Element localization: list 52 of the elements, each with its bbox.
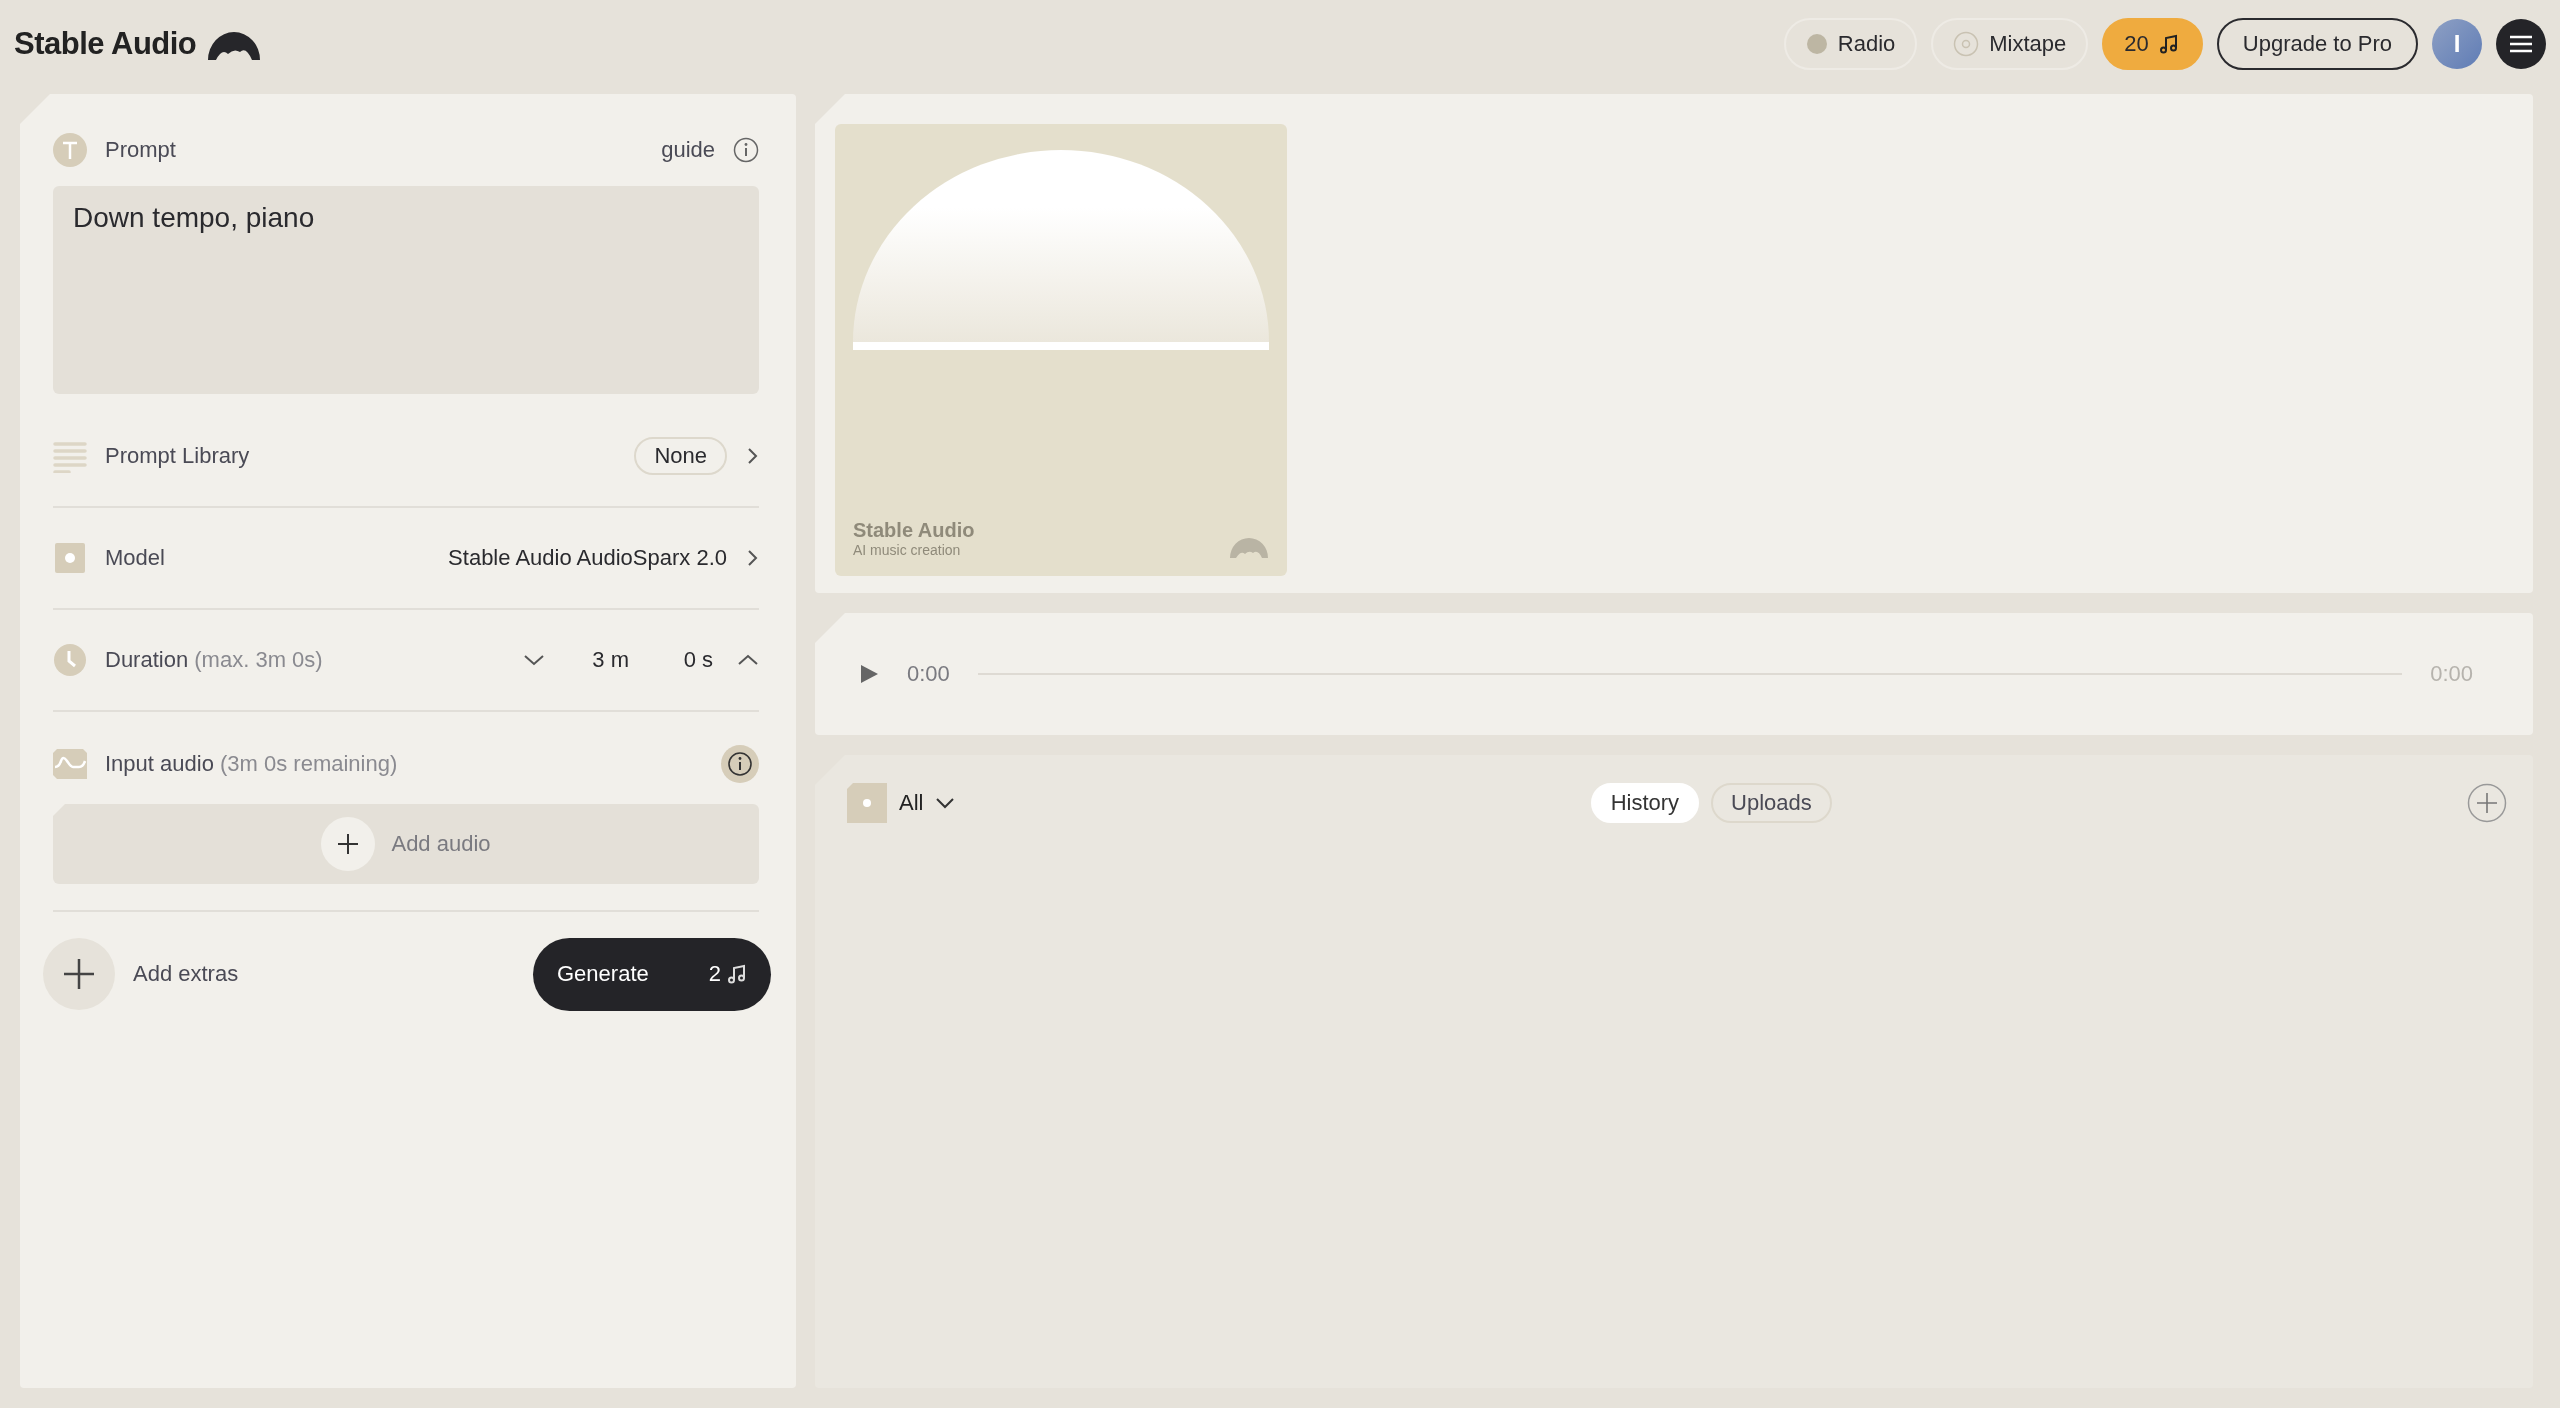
- add-extras-button[interactable]: Add extras: [43, 938, 239, 1010]
- disc-icon: [1953, 31, 1980, 57]
- filter-dropdown[interactable]: All: [847, 783, 956, 823]
- model-icon: [53, 541, 87, 575]
- nav-mixtape-button[interactable]: Mixtape: [1931, 18, 2089, 70]
- text-icon: [53, 133, 87, 167]
- logo-icon: [1229, 536, 1269, 558]
- guide-link[interactable]: guide: [661, 137, 715, 163]
- list-icon: [53, 439, 87, 473]
- duration-hint: (max. 3m 0s): [194, 647, 323, 672]
- total-time: 0:00: [2430, 661, 2473, 687]
- prompt-field[interactable]: Down tempo, piano: [53, 186, 759, 394]
- menu-button[interactable]: [2496, 19, 2546, 69]
- current-time: 0:00: [907, 661, 950, 687]
- chevron-right-icon[interactable]: [745, 447, 759, 465]
- chevron-up-icon[interactable]: [737, 652, 759, 668]
- play-button[interactable]: [859, 664, 879, 684]
- chevron-down-icon[interactable]: [523, 652, 545, 668]
- tab[interactable]: History: [1590, 783, 1700, 823]
- upgrade-button[interactable]: Upgrade to Pro: [2216, 18, 2418, 70]
- nav-radio-button[interactable]: Radio: [1783, 18, 1918, 70]
- plus-icon: [63, 958, 95, 990]
- duration-label: Duration: [105, 647, 189, 672]
- model-value: Stable Audio AudioSparx 2.0: [448, 545, 727, 571]
- clock-icon: [53, 643, 87, 677]
- model-label: Model: [105, 545, 165, 571]
- prompt-library-dropdown[interactable]: None: [634, 437, 727, 475]
- add-button[interactable]: [2467, 783, 2507, 823]
- prompt-library-label: Prompt Library: [105, 443, 250, 469]
- art-title: Stable Audio: [853, 519, 975, 542]
- logo-text: Stable Audio: [14, 26, 197, 62]
- filter-icon: [847, 783, 887, 823]
- tab[interactable]: Uploads: [1711, 783, 1832, 823]
- art-subtitle: AI music creation: [853, 542, 962, 558]
- seconds-value: 0 s: [682, 647, 713, 673]
- waveform-icon: [53, 747, 87, 781]
- plus-circle-icon: [2467, 783, 2507, 823]
- input-audio-hint: (3m 0s remaining): [220, 751, 398, 776]
- chevron-down-icon: [935, 796, 956, 810]
- play-icon: [859, 664, 879, 684]
- music-note-icon: [727, 964, 747, 984]
- dot-icon: [1805, 33, 1828, 55]
- input-audio-label: Input audio: [105, 751, 214, 776]
- plus-icon: [337, 833, 360, 855]
- info-icon[interactable]: [733, 137, 759, 163]
- menu-icon: [2509, 34, 2533, 54]
- minutes-value: 3 m: [591, 647, 629, 673]
- info-icon[interactable]: [721, 745, 759, 783]
- chevron-right-icon[interactable]: [745, 549, 759, 567]
- credits-button[interactable]: 20: [2102, 18, 2203, 70]
- prompt-label: Prompt: [105, 137, 176, 163]
- generate-button[interactable]: Generate 2: [533, 937, 771, 1011]
